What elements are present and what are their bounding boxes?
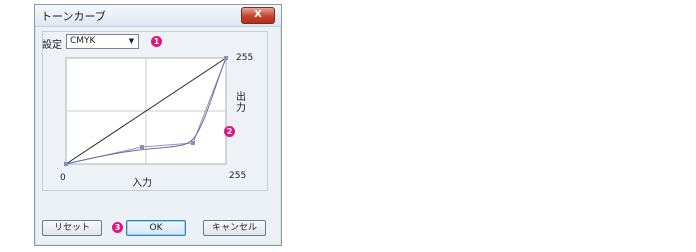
title-bar: トーンカーブ X: [35, 5, 281, 27]
control-point: [140, 145, 144, 149]
close-button[interactable]: X: [241, 7, 275, 24]
y-axis-max: 255: [236, 53, 254, 63]
tone-curve-graph[interactable]: [60, 52, 300, 202]
cancel-button[interactable]: キャンセル: [203, 220, 266, 236]
control-point: [191, 141, 195, 145]
setting-select-value: CMYK: [70, 36, 96, 46]
control-point: [64, 162, 68, 166]
x-axis-label: 入力: [132, 178, 152, 189]
x-axis-min: 0: [60, 173, 66, 183]
close-icon[interactable]: X: [254, 9, 262, 20]
callout-marker-2: 2: [224, 126, 235, 137]
dialog-title: トーンカーブ: [41, 10, 106, 23]
setting-select[interactable]: CMYK ▼: [66, 34, 139, 49]
chevron-down-icon[interactable]: ▼: [126, 36, 137, 47]
callout-marker-1: 1: [151, 36, 162, 47]
reset-button[interactable]: リセット: [42, 220, 102, 236]
control-point: [224, 56, 228, 60]
ok-button[interactable]: OK: [126, 220, 186, 236]
x-axis-max: 255: [229, 171, 247, 181]
callout-marker-3: 3: [112, 222, 123, 233]
y-axis-label: 出力: [236, 92, 246, 114]
setting-label: 設定: [42, 40, 62, 51]
